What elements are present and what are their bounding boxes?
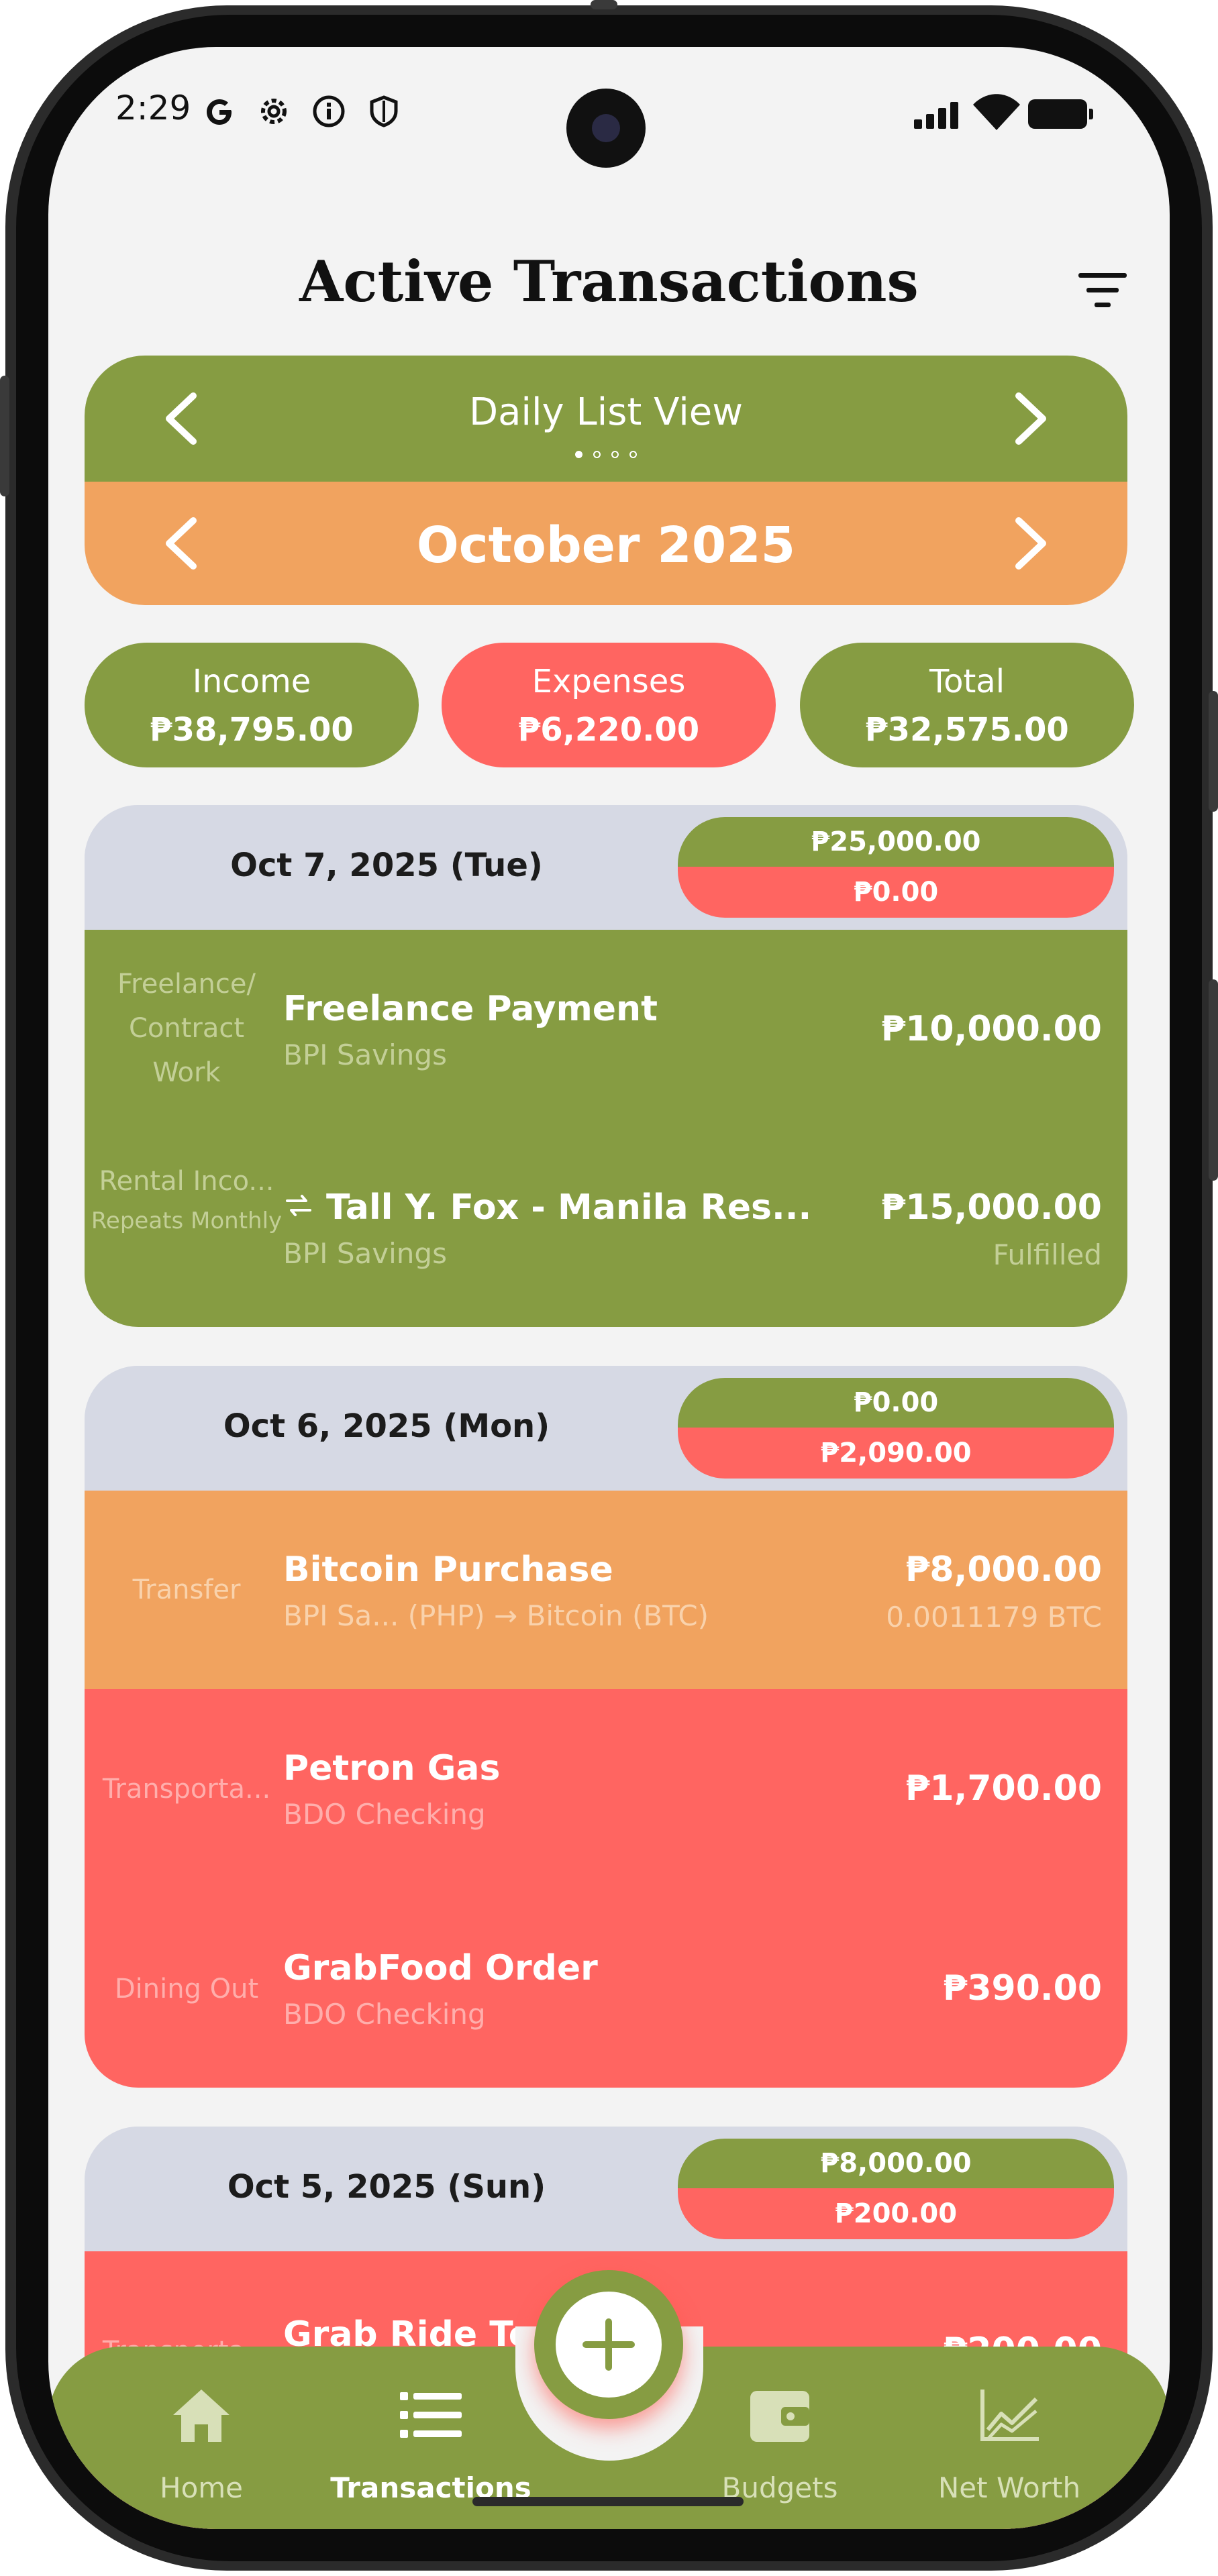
transaction-category: Transporta... (102, 1774, 271, 1805)
app-screen: 2:29 Active Transactions Daily List View (48, 47, 1170, 2529)
transaction-account: BDO Checking (283, 1998, 486, 2031)
battery-icon (1028, 99, 1093, 129)
top-button (591, 0, 617, 9)
day-expense-total: ₱200.00 (678, 2188, 1114, 2239)
transaction-name: Bitcoin Purchase (283, 1550, 613, 1590)
transaction-amount: ₱15,000.00 (881, 1187, 1102, 1228)
chevron-right-icon[interactable] (1007, 517, 1054, 570)
view-switcher: Daily List View October 2025 (85, 356, 1127, 605)
total-value: ₱32,575.00 (865, 711, 1069, 749)
side-button-right-2 (1209, 979, 1218, 1181)
day-totals: ₱25,000.00 ₱0.00 (678, 817, 1114, 918)
period-bar: October 2025 (85, 482, 1127, 605)
fab-inner (556, 2292, 662, 2398)
transaction-amount: ₱10,000.00 (881, 1009, 1102, 1049)
transaction-amount: ₱1,700.00 (905, 1768, 1102, 1809)
add-transaction-button[interactable] (534, 2270, 683, 2419)
chart-line-icon (980, 2390, 1039, 2441)
filter-icon[interactable] (1078, 272, 1127, 309)
transaction-account: BPI Savings (283, 1237, 447, 1270)
income-label: Income (192, 663, 311, 700)
day-income-total: ₱25,000.00 (678, 817, 1114, 867)
transaction-category-label: Rental Inco... (99, 1166, 274, 1197)
day-totals: ₱0.00 ₱2,090.00 (678, 1378, 1114, 1479)
google-icon (207, 99, 232, 125)
day-date: Oct 7, 2025 (Tue) (230, 847, 543, 884)
day-income-total: ₱8,000.00 (678, 2139, 1114, 2188)
chevron-right-icon[interactable] (1007, 392, 1054, 445)
transaction-status: Fulfilled (993, 1238, 1102, 1271)
day-income-total: ₱0.00 (678, 1378, 1114, 1428)
day-header[interactable]: Oct 6, 2025 (Mon) ₱0.00 ₱2,090.00 (85, 1366, 1127, 1491)
day-card: Oct 6, 2025 (Mon) ₱0.00 ₱2,090.00 Transf… (85, 1366, 1127, 2088)
home-indicator[interactable] (472, 2497, 744, 2506)
transaction-sub-amount: 0.0011179 BTC (886, 1601, 1102, 1633)
day-totals: ₱8,000.00 ₱200.00 (678, 2139, 1114, 2239)
status-time: 2:29 (115, 89, 191, 127)
nav-label: Home (159, 2471, 244, 2504)
transaction-account: BPI Savings (283, 1038, 447, 1071)
transaction-amount: ₱390.00 (943, 1968, 1102, 2008)
page-dot-active (575, 451, 582, 458)
transaction-row[interactable]: Freelance/ Contract Work Freelance Payme… (85, 930, 1127, 1128)
transaction-account: BPI Sa... (PHP) → Bitcoin (BTC) (283, 1599, 709, 1632)
page-dot (629, 451, 637, 458)
day-header[interactable]: Oct 5, 2025 (Sun) ₱8,000.00 ₱200.00 (85, 2127, 1127, 2251)
transaction-account: BDO Checking (283, 1798, 486, 1831)
income-value: ₱38,795.00 (150, 711, 354, 749)
transaction-category: Freelance/ Contract Work (117, 969, 256, 1088)
expenses-summary[interactable]: Expenses ₱6,220.00 (442, 643, 776, 767)
expenses-label: Expenses (531, 663, 686, 700)
page-dot (611, 451, 619, 458)
nav-label: Net Worth (937, 2471, 1081, 2504)
period-label: October 2025 (416, 517, 796, 574)
day-header[interactable]: Oct 7, 2025 (Tue) ₱25,000.00 ₱0.00 (85, 805, 1127, 930)
total-label: Total (929, 663, 1005, 700)
transaction-name: Petron Gas (283, 1748, 501, 1788)
repeat-note: Repeats Monthly (91, 1208, 283, 1234)
transaction-category: Transfer (132, 1574, 241, 1605)
transaction-category: Rental Inco... Repeats Monthly (85, 1159, 289, 1238)
transaction-row[interactable]: Transporta... Petron Gas BDO Checking ₱1… (85, 1689, 1127, 1889)
transaction-category: Dining Out (114, 1974, 259, 2004)
wallet-icon (750, 2391, 809, 2442)
day-expense-total: ₱0.00 (678, 867, 1114, 918)
home-icon (173, 2390, 230, 2442)
plus-icon (582, 2318, 635, 2371)
cell-signal-icon (914, 102, 958, 129)
front-camera (566, 89, 646, 168)
view-mode-label: Daily List View (468, 390, 744, 434)
transaction-name: Freelance Payment (283, 989, 658, 1029)
transaction-name: GrabFood Order (283, 1948, 598, 1988)
status-bar: 2:29 (48, 47, 1170, 174)
transaction-row[interactable]: Rental Inco... Repeats Monthly Tall Y. F… (85, 1128, 1127, 1327)
income-summary[interactable]: Income ₱38,795.00 (85, 643, 419, 767)
wifi-icon (973, 94, 1020, 130)
transaction-row[interactable]: Dining Out GrabFood Order BDO Checking ₱… (85, 1889, 1127, 2088)
total-summary[interactable]: Total ₱32,575.00 (800, 643, 1134, 767)
transaction-amount: ₱8,000.00 (905, 1550, 1102, 1590)
phone-frame: 2:29 Active Transactions Daily List View (0, 0, 1218, 2576)
shield-icon (370, 95, 398, 127)
day-date: Oct 5, 2025 (Sun) (227, 2168, 546, 2206)
day-expense-total: ₱2,090.00 (678, 1428, 1114, 1479)
page-dot (593, 451, 601, 458)
nav-net-worth[interactable]: Net Worth (909, 2347, 1110, 2529)
transaction-row[interactable]: Transfer Bitcoin Purchase BPI Sa... (PHP… (85, 1491, 1127, 1689)
page-indicator (85, 448, 1127, 461)
side-button-top (0, 376, 9, 496)
page-title: Active Transactions (299, 248, 919, 315)
info-icon (313, 95, 345, 127)
view-mode-bar: Daily List View (85, 356, 1127, 482)
settings-gear-icon (261, 99, 287, 124)
list-icon (400, 2392, 462, 2438)
repeat-icon (286, 1195, 311, 1216)
nav-home[interactable]: Home (101, 2347, 302, 2529)
side-button-right-1 (1209, 691, 1218, 812)
day-card: Oct 7, 2025 (Tue) ₱25,000.00 ₱0.00 Freel… (85, 805, 1127, 1327)
expenses-value: ₱6,220.00 (517, 711, 700, 749)
transaction-name: Tall Y. Fox - Manila Res... (326, 1187, 812, 1228)
day-date: Oct 6, 2025 (Mon) (223, 1407, 550, 1445)
